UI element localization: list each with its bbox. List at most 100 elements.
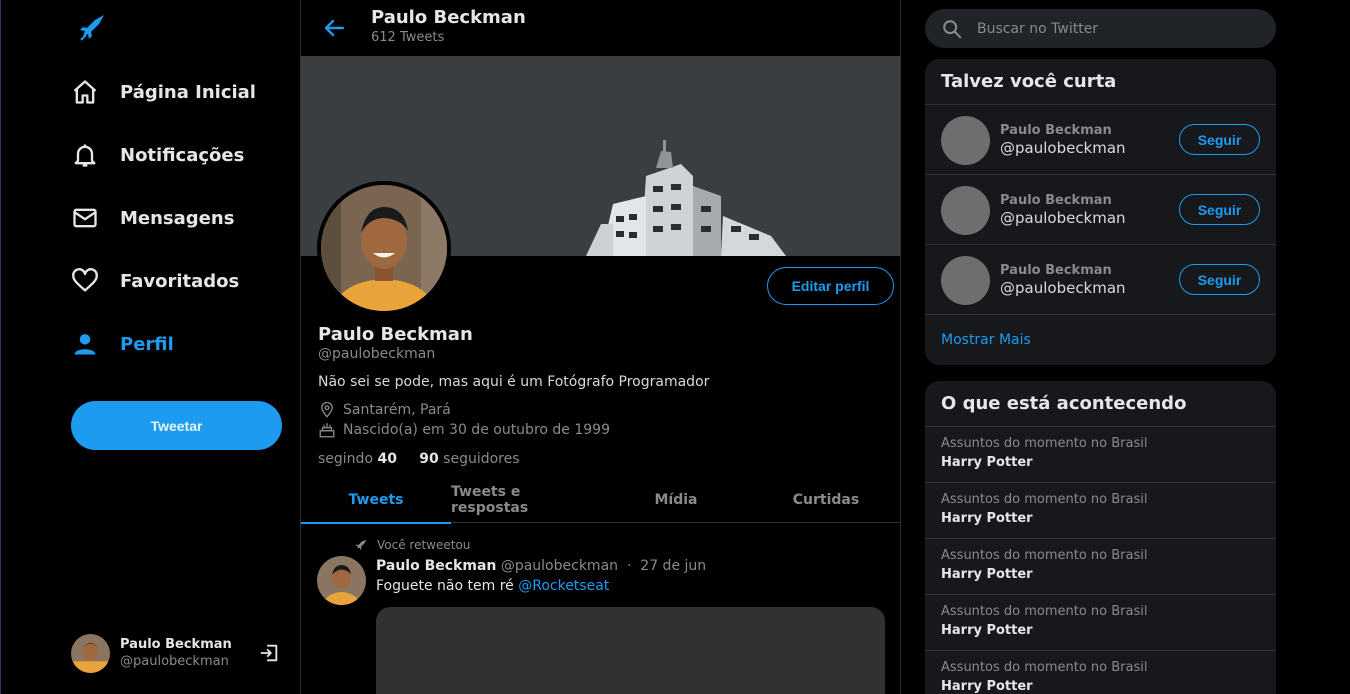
trend-context: Assuntos do momento no Brasil <box>941 436 1148 451</box>
tweet-text-content: Foguete não tem ré <box>376 578 514 594</box>
logout-icon[interactable] <box>258 642 280 664</box>
nav-item-profile[interactable]: Perfil <box>71 324 174 364</box>
tweet-author-name[interactable]: Paulo Beckman <box>376 558 496 574</box>
avatar <box>941 116 990 165</box>
tab-tweets-and-replies[interactable]: Tweets e respostas <box>451 476 601 523</box>
follow-button[interactable]: Seguir <box>1179 264 1260 295</box>
follow-button[interactable]: Seguir <box>1179 124 1260 155</box>
nav-label-messages: Mensagens <box>120 207 235 229</box>
left-sidebar: Página Inicial Notificações Mensagens Fa… <box>0 0 300 694</box>
trend-topic: Harry Potter <box>941 455 1033 470</box>
tweet-text: Foguete não tem ré @Rocketseat <box>376 578 609 594</box>
tweet-media[interactable] <box>376 607 885 694</box>
cake-icon <box>319 423 335 438</box>
retweet-indicator: Você retweetou <box>354 538 470 552</box>
profile-tabs: Tweets Tweets e respostas Mídia Curtidas <box>301 476 900 524</box>
home-icon <box>73 80 97 104</box>
show-more-link[interactable]: Mostrar Mais <box>925 315 1276 365</box>
profile-location: Santarém, Pará <box>318 400 451 420</box>
suggested-user[interactable]: Paulo Beckman @paulobeckman Seguir <box>925 175 1276 245</box>
suggested-user-handle: @paulobeckman <box>1000 139 1126 157</box>
who-to-follow-title: Talvez você curta <box>925 59 1276 105</box>
profile-avatar[interactable] <box>317 181 451 315</box>
account-handle: @paulobeckman <box>120 654 229 669</box>
trend-context: Assuntos do momento no Brasil <box>941 660 1148 675</box>
suggested-user[interactable]: Paulo Beckman @paulobeckman Seguir <box>925 105 1276 175</box>
location-pin-icon <box>321 401 333 418</box>
suggested-user[interactable]: Paulo Beckman @paulobeckman Seguir <box>925 245 1276 315</box>
trend-topic: Harry Potter <box>941 567 1033 582</box>
suggested-user-name: Paulo Beckman <box>1000 123 1112 138</box>
followers-label: seguidores <box>443 451 520 467</box>
trend-context: Assuntos do momento no Brasil <box>941 604 1148 619</box>
trend-context: Assuntos do momento no Brasil <box>941 492 1148 507</box>
edit-profile-button[interactable]: Editar perfil <box>767 267 894 305</box>
suggested-user-handle: @paulobeckman <box>1000 209 1126 227</box>
tab-media[interactable]: Mídia <box>601 476 751 523</box>
tab-likes[interactable]: Curtidas <box>751 476 900 523</box>
search-bar[interactable] <box>925 9 1276 48</box>
person-icon <box>74 334 96 355</box>
location-text: Santarém, Pará <box>343 402 451 418</box>
avatar <box>941 256 990 305</box>
profile-bio: Não sei se pode, mas aqui é um Fotógrafo… <box>318 374 710 390</box>
profile-column: Paulo Beckman 612 Tweets Editar perfil P… <box>300 0 901 694</box>
tweet-count: 612 Tweets <box>371 30 445 45</box>
back-arrow-icon[interactable] <box>322 16 346 40</box>
retweet-label: Você retweetou <box>377 538 471 552</box>
trend-item[interactable]: Assuntos do momento no Brasil Harry Pott… <box>925 539 1276 595</box>
account-switcher[interactable]: Paulo Beckman @paulobeckman <box>71 632 286 674</box>
tweet-button[interactable]: Tweetar <box>71 401 282 450</box>
rocket-logo-icon[interactable] <box>77 12 109 44</box>
trend-context: Assuntos do momento no Brasil <box>941 548 1148 563</box>
birthdate-text: Nascido(a) em 30 de outubro de 1999 <box>343 422 610 438</box>
trends-title: O que está acontecendo <box>925 381 1276 427</box>
search-icon <box>943 19 962 38</box>
nav-item-favorites[interactable]: Favoritados <box>71 261 239 301</box>
account-name: Paulo Beckman <box>120 637 232 652</box>
nav-label-notifications: Notificações <box>120 144 245 166</box>
header-title: Paulo Beckman <box>371 7 526 28</box>
trend-topic: Harry Potter <box>941 623 1033 638</box>
suggested-user-name: Paulo Beckman <box>1000 193 1112 208</box>
rocket-retweet-icon <box>355 539 367 550</box>
nav-item-notifications[interactable]: Notificações <box>71 135 244 175</box>
tab-tweets[interactable]: Tweets <box>301 476 451 524</box>
who-to-follow-card: Talvez você curta Paulo Beckman @paulobe… <box>925 59 1276 365</box>
tweet-date[interactable]: 27 de jun <box>640 558 706 574</box>
profile-name: Paulo Beckman <box>318 324 473 345</box>
tweet-separator: · <box>626 558 632 574</box>
trend-topic: Harry Potter <box>941 679 1033 694</box>
profile-header: Paulo Beckman 612 Tweets <box>301 0 900 56</box>
avatar <box>71 633 110 673</box>
followers-count[interactable]: 90 <box>419 451 438 467</box>
heart-icon <box>72 268 98 292</box>
trend-topic: Harry Potter <box>941 511 1033 526</box>
nav-item-messages[interactable]: Mensagens <box>71 198 234 238</box>
mail-icon <box>73 208 97 228</box>
suggested-user-handle: @paulobeckman <box>1000 279 1126 297</box>
search-input[interactable] <box>977 20 1257 37</box>
nav-label-home: Página Inicial <box>120 81 256 103</box>
suggested-user-name: Paulo Beckman <box>1000 263 1112 278</box>
follow-stats: segindo 40 90 seguidores <box>318 451 520 467</box>
follow-button[interactable]: Seguir <box>1179 194 1260 225</box>
avatar[interactable] <box>317 556 366 605</box>
avatar <box>941 186 990 235</box>
trend-item[interactable]: Assuntos do momento no Brasil Harry Pott… <box>925 483 1276 539</box>
tweet-header: Paulo Beckman @paulobeckman · 27 de jun <box>376 558 706 574</box>
following-count[interactable]: 40 <box>377 451 396 467</box>
trend-item[interactable]: Assuntos do momento no Brasil Harry Pott… <box>925 595 1276 651</box>
trend-item[interactable]: Assuntos do momento no Brasil Harry Pott… <box>925 427 1276 483</box>
following-label: segindo <box>318 451 374 467</box>
trend-item[interactable]: Assuntos do momento no Brasil Harry Pott… <box>925 651 1276 694</box>
trends-card: O que está acontecendo Assuntos do momen… <box>925 381 1276 694</box>
bell-icon <box>74 144 96 167</box>
tweet-mention-link[interactable]: @Rocketseat <box>518 578 609 594</box>
profile-birthdate: Nascido(a) em 30 de outubro de 1999 <box>318 420 610 440</box>
profile-handle: @paulobeckman <box>318 346 436 362</box>
tweet-item[interactable]: Você retweetou Paulo Beckman @paulobeckm… <box>301 523 900 694</box>
tweet-author-handle: @paulobeckman <box>500 558 619 574</box>
nav-item-home[interactable]: Página Inicial <box>71 72 256 112</box>
nav-label-profile: Perfil <box>120 333 174 355</box>
